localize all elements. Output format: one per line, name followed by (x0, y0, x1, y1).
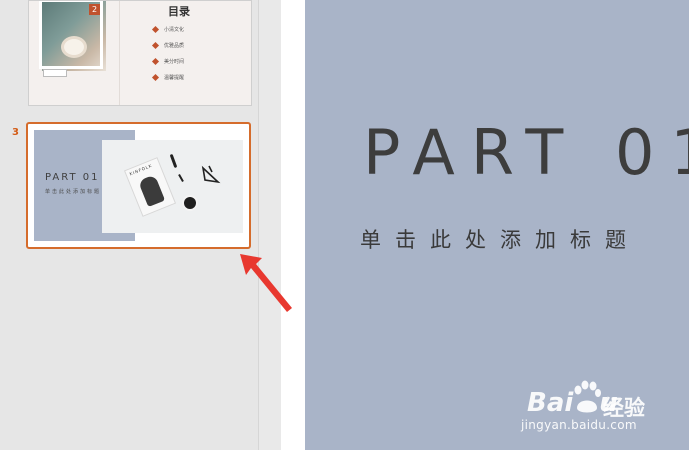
magazine-image: KINFOLK (123, 157, 177, 217)
slide-thumbnail-3[interactable]: KINFOLK PART 01 单击此处添加标题 (26, 122, 251, 249)
desk-photo: KINFOLK (102, 140, 243, 233)
toc-title: 目录 (168, 5, 190, 18)
slide-title[interactable]: PART 01 (363, 116, 689, 189)
baidu-paw-icon (574, 380, 601, 413)
magazine-figure (137, 174, 166, 208)
pen-cap-icon (178, 174, 184, 182)
toc-item: 优雅品质 (151, 41, 184, 52)
thumbnail-canvas: KINFOLK PART 01 单击此处添加标题 (34, 130, 243, 241)
thumbnail-subtitle: 单击此处添加标题 (45, 189, 102, 195)
thumbnail-divider (119, 1, 120, 105)
diamond-icon (151, 73, 160, 82)
slide-badge: 2 (89, 4, 100, 15)
pen-icon (169, 153, 178, 169)
caption-box (43, 69, 67, 77)
thumbnail-title: PART 01 (45, 172, 100, 183)
toc-item: 美分时间 (151, 57, 184, 68)
slide-thumbnail-2[interactable]: 2 目录 小清文化 优雅品质 美分时间 温馨提醒 (28, 0, 252, 106)
toc-item: 小清文化 (151, 25, 184, 36)
slide-number-3: 3 (12, 127, 19, 138)
magazine-title: KINFOLK (128, 162, 154, 177)
triangle-ruler-icon (201, 165, 221, 184)
slide-subtitle-placeholder[interactable]: 单击此处添加标题 (360, 224, 640, 254)
diamond-icon (151, 57, 160, 66)
toc-item: 温馨提醒 (151, 73, 184, 84)
coffee-mug-icon (184, 197, 196, 209)
baidu-jingyan-watermark: Bai u 经验 jingyan.baidu.com (521, 380, 687, 450)
watermark-url: jingyan.baidu.com (521, 418, 637, 432)
panel-splitter[interactable] (258, 0, 281, 450)
diamond-icon (151, 25, 160, 34)
slides-panel: 2 目录 小清文化 优雅品质 美分时间 温馨提醒 3 KINFOLK PART … (0, 0, 258, 450)
diamond-icon (151, 41, 160, 50)
